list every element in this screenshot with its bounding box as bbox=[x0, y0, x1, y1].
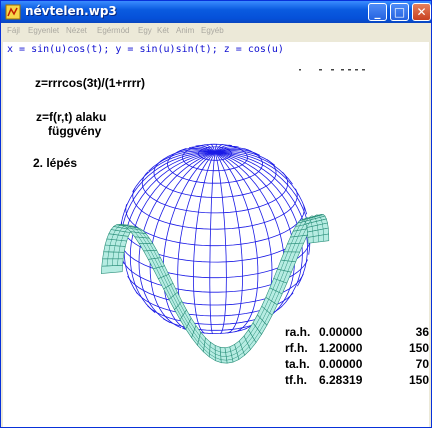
param-name: ta.h. bbox=[285, 357, 310, 371]
menu-two[interactable]: Két bbox=[157, 26, 169, 35]
app-icon bbox=[5, 4, 21, 20]
sphere-meridian bbox=[192, 152, 216, 334]
sphere-meridian bbox=[214, 152, 227, 335]
menu-other[interactable]: Egyéb bbox=[201, 26, 224, 35]
menu-file[interactable]: Fájl bbox=[7, 26, 20, 35]
minimize-button[interactable]: _ bbox=[368, 3, 387, 21]
param-name: ra.h. bbox=[285, 325, 311, 339]
maximize-button[interactable]: □ bbox=[390, 3, 409, 21]
3d-plot bbox=[100, 143, 330, 364]
param-count: 150 bbox=[408, 373, 429, 387]
surface-cell bbox=[138, 242, 158, 252]
window-title: névtelen.wp3 bbox=[25, 4, 117, 18]
surface-cell bbox=[283, 242, 305, 253]
param-value: 0.00000 bbox=[319, 325, 363, 339]
menu-equation[interactable]: Egyenlet bbox=[28, 26, 59, 35]
param-value: 6.28319 bbox=[319, 373, 363, 387]
param-value: 0.00000 bbox=[319, 357, 363, 371]
menu-view[interactable]: Nézet bbox=[66, 26, 87, 35]
param-name: tf.h. bbox=[285, 373, 307, 387]
surface-cell bbox=[280, 251, 301, 263]
surface-cell bbox=[134, 236, 154, 245]
param-name: rf.h. bbox=[285, 341, 308, 355]
sphere-meridian bbox=[162, 151, 216, 332]
param-value: 1.20000 bbox=[319, 341, 363, 355]
param-count: 150 bbox=[408, 341, 429, 355]
menu-mouse-mode[interactable]: Egérmód bbox=[97, 26, 129, 35]
title-bar[interactable]: névtelen.wp3 _ □ ✕ bbox=[1, 1, 431, 23]
param-count: 36 bbox=[415, 325, 429, 339]
app-window: névtelen.wp3 _ □ ✕ Fájl Egyenlet Nézet E… bbox=[0, 0, 432, 428]
menu-bar: Fájl Egyenlet Nézet Egérmód Egy Két Anim… bbox=[1, 23, 431, 42]
surface-cell bbox=[208, 341, 216, 362]
close-button[interactable]: ✕ bbox=[412, 3, 431, 21]
param-count: 70 bbox=[415, 357, 429, 371]
menu-anim[interactable]: Anim bbox=[176, 26, 194, 35]
sphere-meridian bbox=[214, 152, 244, 334]
menu-one[interactable]: Egy bbox=[138, 26, 152, 35]
sphere-meridian bbox=[209, 152, 216, 334]
plot-area[interactable]: x = sin(u)cos(t); y = sin(u)sin(t); z = … bbox=[3, 42, 429, 427]
surface-cell bbox=[100, 264, 123, 274]
